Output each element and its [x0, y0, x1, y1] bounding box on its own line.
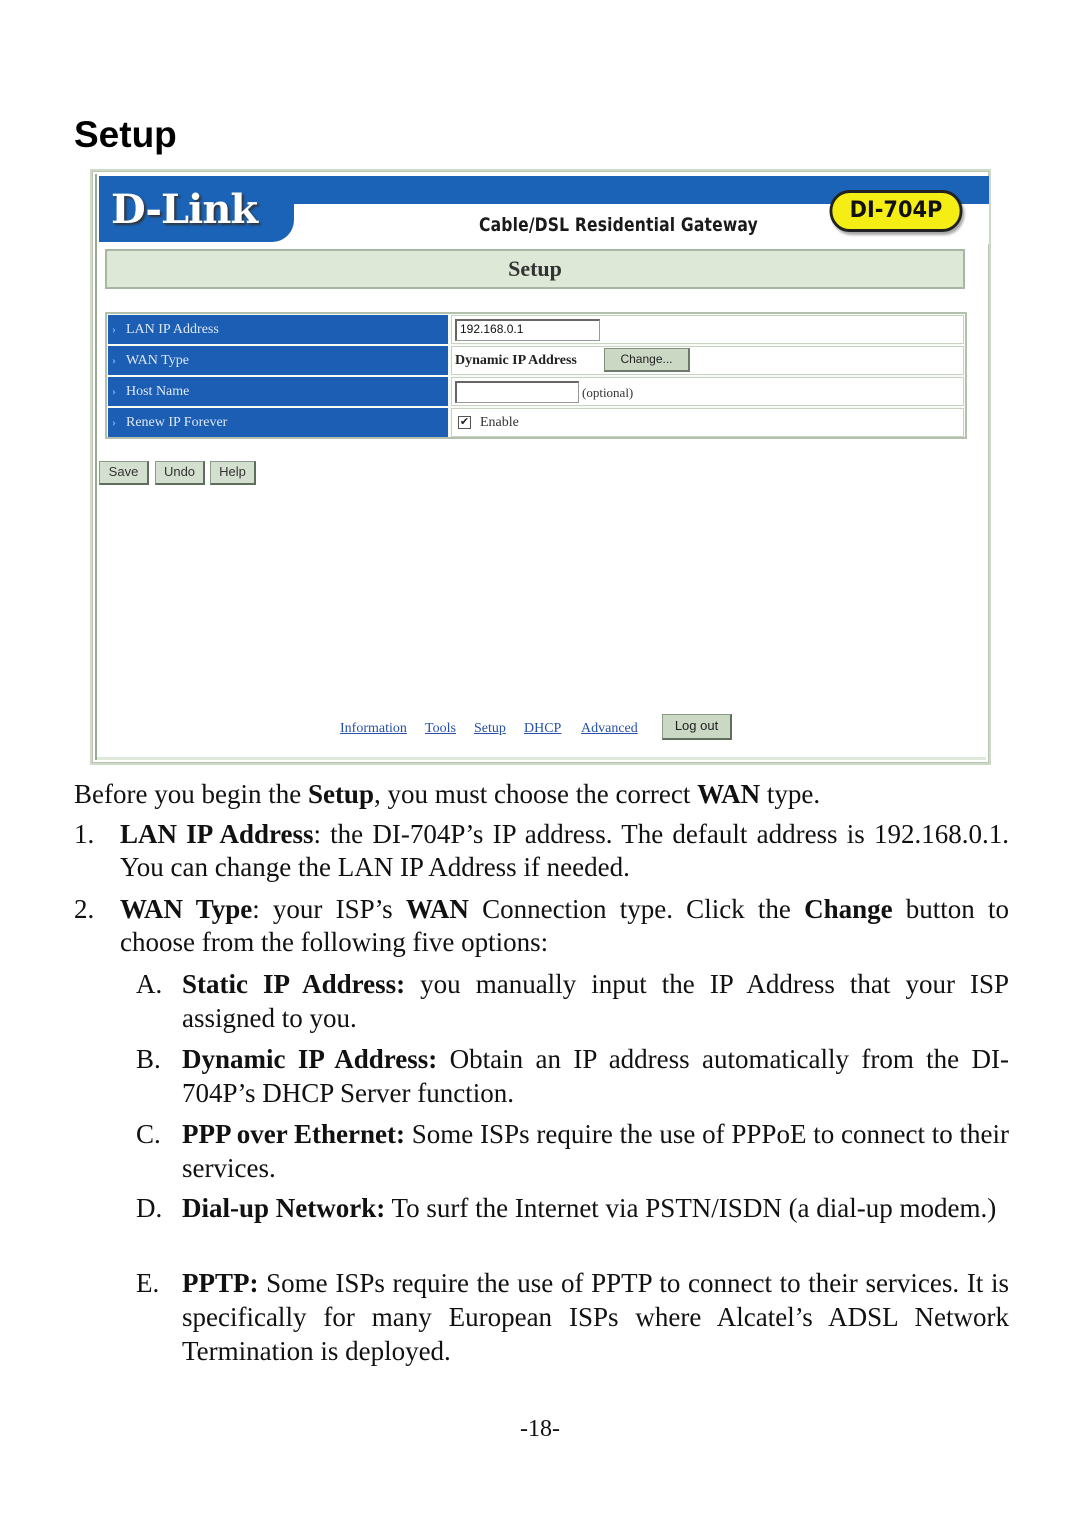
option-static-ip: A. Static IP Address: you manually input… — [136, 967, 1009, 1035]
chevron-right-icon: › — [112, 353, 116, 367]
intro-bold-wan: WAN — [697, 779, 761, 809]
option-term: Dial-up Network: — [182, 1193, 386, 1223]
intro-bold-setup: Setup — [307, 779, 374, 809]
chevron-right-icon: › — [112, 415, 116, 429]
lan-ip-label: LAN IP Address — [126, 322, 219, 337]
list-item-lan-ip: 1. LAN IP Address: the DI-704P’s IP addr… — [74, 818, 1009, 884]
optional-note: (optional) — [582, 385, 634, 400]
row-label: › Renew IP Forever — [108, 408, 448, 437]
brand-banner: D-Link Cable/DSL Residential Gateway DI-… — [99, 176, 989, 244]
screenshot-frame: D-Link Cable/DSL Residential Gateway DI-… — [95, 174, 989, 760]
item-term: LAN IP Address — [120, 819, 314, 849]
enable-checkbox-label: Enable — [480, 415, 519, 430]
item-body: LAN IP Address: the DI-704P’s IP address… — [120, 818, 1009, 884]
option-dial-up: D. Dial-up Network: To surf the Internet… — [136, 1191, 1009, 1225]
nav-link-dhcp[interactable]: DHCP — [524, 721, 561, 737]
option-letter: E. — [136, 1268, 160, 1298]
option-term: Static IP Address: — [182, 969, 406, 999]
item-term: WAN — [405, 894, 469, 924]
option-letter: C. — [136, 1119, 161, 1149]
form-row-host-name: › Host Name (optional) — [108, 377, 964, 406]
option-letter: A. — [136, 969, 163, 999]
option-body: Dial-up Network: To surf the Internet vi… — [182, 1191, 1009, 1225]
lan-ip-input[interactable]: 192.168.0.1 — [455, 319, 600, 341]
option-text: To surf the Internet via PSTN/ISDN (a di… — [385, 1193, 997, 1223]
row-value: (optional) — [451, 377, 964, 406]
item-number: 1. — [74, 819, 95, 849]
dlink-logo: D-Link — [111, 186, 258, 233]
intro-text: , you must choose the correct — [373, 779, 698, 809]
enable-checkbox[interactable]: ✔ — [458, 416, 471, 429]
row-value: ✔ Enable — [451, 408, 964, 437]
setup-form: › LAN IP Address 192.168.0.1 › WAN Type … — [105, 312, 967, 439]
nav-link-setup[interactable]: Setup — [474, 721, 506, 737]
renew-ip-label: Renew IP Forever — [126, 415, 228, 430]
row-label: › Host Name — [108, 377, 448, 406]
row-value: Dynamic IP Address Change... — [451, 346, 964, 375]
product-title: Cable/DSL Residential Gateway — [479, 214, 758, 236]
option-term: Dynamic IP Address: — [182, 1044, 438, 1074]
option-pptp: E. PPTP: Some ISPs require the use of PP… — [136, 1266, 1009, 1368]
row-label: › WAN Type — [108, 346, 448, 375]
form-row-renew-ip: › Renew IP Forever ✔ Enable — [108, 408, 964, 437]
option-body: Dynamic IP Address: Obtain an IP address… — [182, 1042, 1009, 1110]
nav-link-advanced[interactable]: Advanced — [581, 721, 638, 737]
intro-text: type. — [760, 779, 821, 809]
bottom-rule — [97, 757, 986, 760]
nav-link-information[interactable]: Information — [340, 721, 407, 737]
page-header: Setup — [105, 249, 965, 289]
option-term: PPP over Ethernet: — [182, 1119, 405, 1149]
row-label: › LAN IP Address — [108, 315, 448, 344]
form-row-wan-type: › WAN Type Dynamic IP Address Change... — [108, 346, 964, 375]
item-number: 2. — [74, 894, 95, 924]
change-button[interactable]: Change... — [604, 348, 690, 372]
option-term: PPTP: — [182, 1268, 259, 1298]
intro-paragraph: Before you begin the Setup, you must cho… — [74, 778, 1009, 811]
host-name-input[interactable] — [455, 381, 579, 403]
chevron-right-icon: › — [112, 384, 116, 398]
help-button[interactable]: Help — [210, 461, 256, 485]
item-text: Connection type. Click the — [468, 894, 805, 924]
option-text: Some ISPs require the use of PPTP to con… — [182, 1268, 1009, 1366]
form-row-lan-ip: › LAN IP Address 192.168.0.1 — [108, 315, 964, 344]
intro-text: Before you begin the — [74, 779, 308, 809]
row-value: 192.168.0.1 — [451, 315, 964, 344]
option-letter: D. — [136, 1193, 163, 1223]
item-body: WAN Type: your ISP’s WAN Connection type… — [120, 893, 1009, 959]
nav-link-tools[interactable]: Tools — [425, 721, 456, 737]
option-body: PPTP: Some ISPs require the use of PPTP … — [182, 1266, 1009, 1368]
save-button[interactable]: Save — [99, 461, 149, 485]
router-setup-screenshot: D-Link Cable/DSL Residential Gateway DI-… — [90, 169, 991, 765]
wan-type-value: Dynamic IP Address — [455, 353, 577, 368]
item-term: Change — [804, 894, 893, 924]
option-body: Static IP Address: you manually input th… — [182, 967, 1009, 1035]
section-title: Setup — [74, 114, 177, 155]
option-pppoe: C. PPP over Ethernet: Some ISPs require … — [136, 1117, 1009, 1185]
chevron-right-icon: › — [112, 322, 116, 336]
option-letter: B. — [136, 1044, 161, 1074]
model-badge: DI-704P — [829, 190, 963, 232]
option-body: PPP over Ethernet: Some ISPs require the… — [182, 1117, 1009, 1185]
host-name-label: Host Name — [126, 384, 190, 399]
list-item-wan-type: 2. WAN Type: your ISP’s WAN Connection t… — [74, 893, 1009, 959]
logout-button[interactable]: Log out — [662, 714, 732, 740]
wan-type-label: WAN Type — [126, 353, 189, 368]
option-dynamic-ip: B. Dynamic IP Address: Obtain an IP addr… — [136, 1042, 1009, 1110]
item-text: : your ISP’s — [252, 894, 406, 924]
item-term: WAN Type — [120, 894, 253, 924]
page-number: -18- — [520, 1416, 560, 1442]
undo-button[interactable]: Undo — [155, 461, 205, 485]
